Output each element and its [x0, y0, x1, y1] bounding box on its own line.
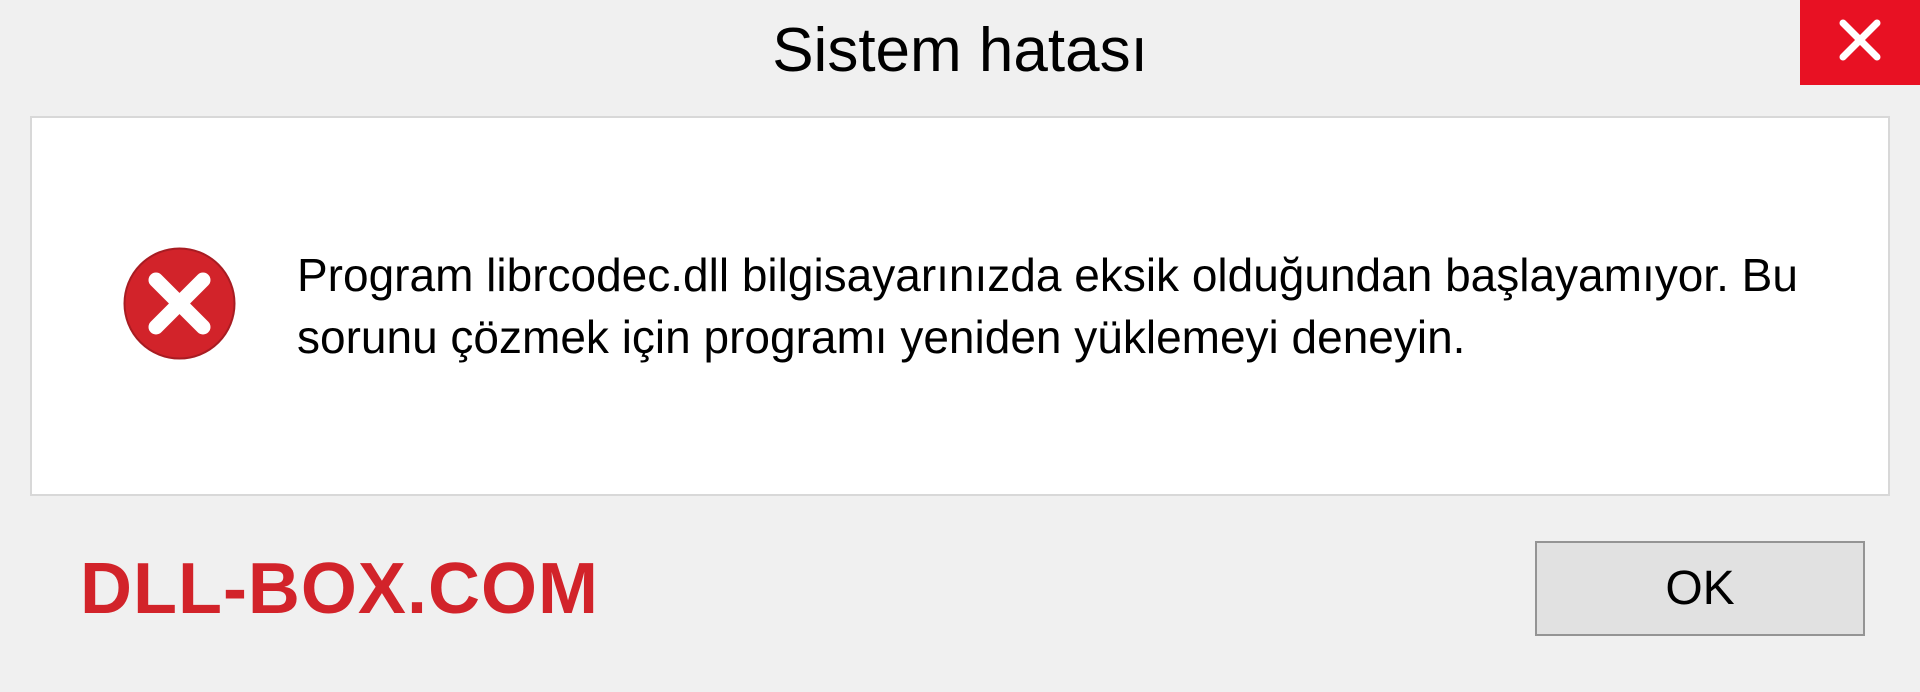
error-message: Program librcodec.dll bilgisayarınızda e…	[297, 244, 1808, 368]
ok-button[interactable]: OK	[1535, 541, 1865, 636]
content-area: Program librcodec.dll bilgisayarınızda e…	[30, 116, 1890, 496]
watermark: DLL-BOX.COM	[80, 548, 599, 630]
error-dialog: Sistem hatası Program librcodec.dll bilg…	[0, 0, 1920, 692]
dialog-title: Sistem hatası	[772, 15, 1148, 86]
close-button[interactable]	[1800, 0, 1920, 85]
titlebar: Sistem hatası	[0, 0, 1920, 100]
close-icon	[1835, 15, 1885, 70]
error-icon	[122, 246, 237, 366]
footer: DLL-BOX.COM OK	[0, 496, 1920, 681]
